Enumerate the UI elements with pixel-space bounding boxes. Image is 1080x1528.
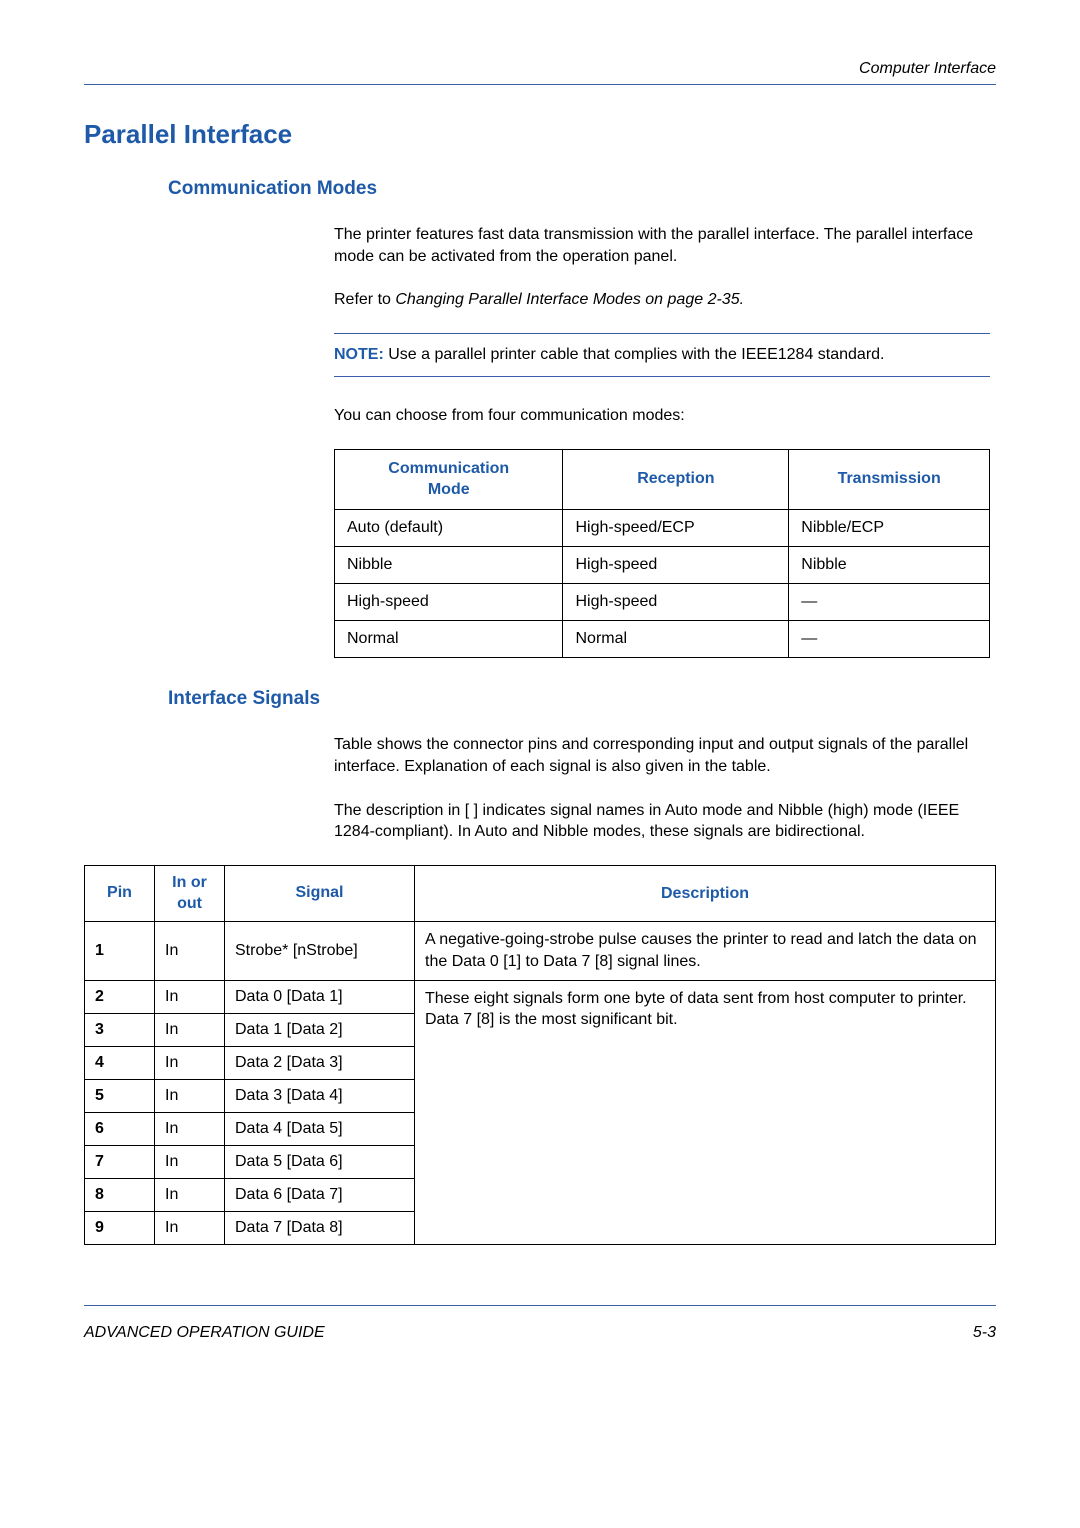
cell: Nibble bbox=[789, 547, 990, 584]
page-number: 5-3 bbox=[973, 1324, 996, 1342]
cell-signal: Data 4 [Data 5] bbox=[225, 1112, 415, 1145]
cell-signal: Data 3 [Data 4] bbox=[225, 1079, 415, 1112]
note-paragraph: NOTE: Use a parallel printer cable that … bbox=[334, 338, 990, 372]
cell-pin: 6 bbox=[85, 1112, 155, 1145]
cell-pin: 8 bbox=[85, 1178, 155, 1211]
cell: Normal bbox=[563, 621, 789, 658]
footer-rule bbox=[84, 1305, 996, 1306]
footer-title: ADVANCED OPERATION GUIDE bbox=[84, 1324, 325, 1342]
cell-signal: Data 1 [Data 2] bbox=[225, 1013, 415, 1046]
note-rule-bottom bbox=[334, 376, 990, 377]
table-row: 1 In Strobe* [nStrobe] A negative-going-… bbox=[85, 922, 996, 980]
cell: High-speed bbox=[563, 584, 789, 621]
cell: Normal bbox=[335, 621, 563, 658]
table-header-row: Communication Mode Reception Transmissio… bbox=[335, 449, 990, 510]
cell: Auto (default) bbox=[335, 510, 563, 547]
table-row: Nibble High-speed Nibble bbox=[335, 547, 990, 584]
cell-io: In bbox=[155, 1145, 225, 1178]
cell-pin: 9 bbox=[85, 1211, 155, 1244]
cell-signal: Data 7 [Data 8] bbox=[225, 1211, 415, 1244]
cell-io: In bbox=[155, 1211, 225, 1244]
cell-signal: Data 0 [Data 1] bbox=[225, 980, 415, 1013]
refer-paragraph: Refer to Changing Parallel Interface Mod… bbox=[334, 289, 990, 311]
cell-signal: Data 5 [Data 6] bbox=[225, 1145, 415, 1178]
col-header-pin: Pin bbox=[85, 865, 155, 922]
communication-modes-table: Communication Mode Reception Transmissio… bbox=[334, 449, 990, 659]
note-rule-top bbox=[334, 333, 990, 334]
col-header-signal: Signal bbox=[225, 865, 415, 922]
cell-io: In bbox=[155, 1013, 225, 1046]
signals-intro-paragraph: Table shows the connector pins and corre… bbox=[334, 734, 990, 777]
table-row: 2 In Data 0 [Data 1] These eight signals… bbox=[85, 980, 996, 1013]
cell-pin: 7 bbox=[85, 1145, 155, 1178]
cell-pin: 2 bbox=[85, 980, 155, 1013]
table-row: Normal Normal — bbox=[335, 621, 990, 658]
signals-note-paragraph: The description in [ ] indicates signal … bbox=[334, 800, 990, 843]
cell-pin: 4 bbox=[85, 1046, 155, 1079]
note-body: Use a parallel printer cable that compli… bbox=[384, 346, 885, 363]
col-header-mode-line2: Mode bbox=[428, 481, 470, 498]
cell-description-merged: These eight signals form one byte of dat… bbox=[415, 980, 996, 1244]
cell: High-speed bbox=[335, 584, 563, 621]
col-header-io-line1: In or bbox=[172, 874, 207, 891]
cell-io: In bbox=[155, 1046, 225, 1079]
cell: — bbox=[789, 584, 990, 621]
cell: — bbox=[789, 621, 990, 658]
col-header-io: In or out bbox=[155, 865, 225, 922]
col-header-mode: Communication Mode bbox=[335, 449, 563, 510]
col-header-transmission: Transmission bbox=[789, 449, 990, 510]
table-row: High-speed High-speed — bbox=[335, 584, 990, 621]
cell-io: In bbox=[155, 922, 225, 980]
cell-signal: Data 2 [Data 3] bbox=[225, 1046, 415, 1079]
intro-paragraph: The printer features fast data transmiss… bbox=[334, 224, 990, 267]
cell: Nibble bbox=[335, 547, 563, 584]
page-footer: ADVANCED OPERATION GUIDE 5-3 bbox=[84, 1324, 996, 1342]
note-label: NOTE: bbox=[334, 346, 384, 363]
table-header-row: Pin In or out Signal Description bbox=[85, 865, 996, 922]
interface-signals-table: Pin In or out Signal Description 1 In St… bbox=[84, 865, 996, 1245]
cell-signal: Data 6 [Data 7] bbox=[225, 1178, 415, 1211]
modes-intro-paragraph: You can choose from four communication m… bbox=[334, 405, 990, 427]
cell-io: In bbox=[155, 980, 225, 1013]
cell-io: In bbox=[155, 1112, 225, 1145]
col-header-reception: Reception bbox=[563, 449, 789, 510]
cell-io: In bbox=[155, 1178, 225, 1211]
cell-signal: Strobe* [nStrobe] bbox=[225, 922, 415, 980]
cell-description: A negative-going-strobe pulse causes the… bbox=[415, 922, 996, 980]
cell: High-speed bbox=[563, 547, 789, 584]
cell-pin: 3 bbox=[85, 1013, 155, 1046]
table-row: Auto (default) High-speed/ECP Nibble/ECP bbox=[335, 510, 990, 547]
cell-io: In bbox=[155, 1079, 225, 1112]
page-header: Computer Interface bbox=[84, 60, 996, 78]
cell: Nibble/ECP bbox=[789, 510, 990, 547]
col-header-description: Description bbox=[415, 865, 996, 922]
col-header-mode-line1: Communication bbox=[388, 460, 509, 477]
cell-pin: 5 bbox=[85, 1079, 155, 1112]
col-header-io-line2: out bbox=[177, 895, 202, 912]
refer-link-text: Changing Parallel Interface Modes on pag… bbox=[395, 291, 744, 308]
header-rule bbox=[84, 84, 996, 85]
main-heading: Parallel Interface bbox=[84, 119, 996, 150]
note-block: NOTE: Use a parallel printer cable that … bbox=[334, 333, 990, 377]
cell-pin: 1 bbox=[85, 922, 155, 980]
sub-heading-modes: Communication Modes bbox=[168, 178, 996, 200]
section-label: Computer Interface bbox=[84, 60, 996, 78]
sub-heading-signals: Interface Signals bbox=[168, 688, 996, 710]
refer-prefix: Refer to bbox=[334, 291, 395, 308]
cell: High-speed/ECP bbox=[563, 510, 789, 547]
